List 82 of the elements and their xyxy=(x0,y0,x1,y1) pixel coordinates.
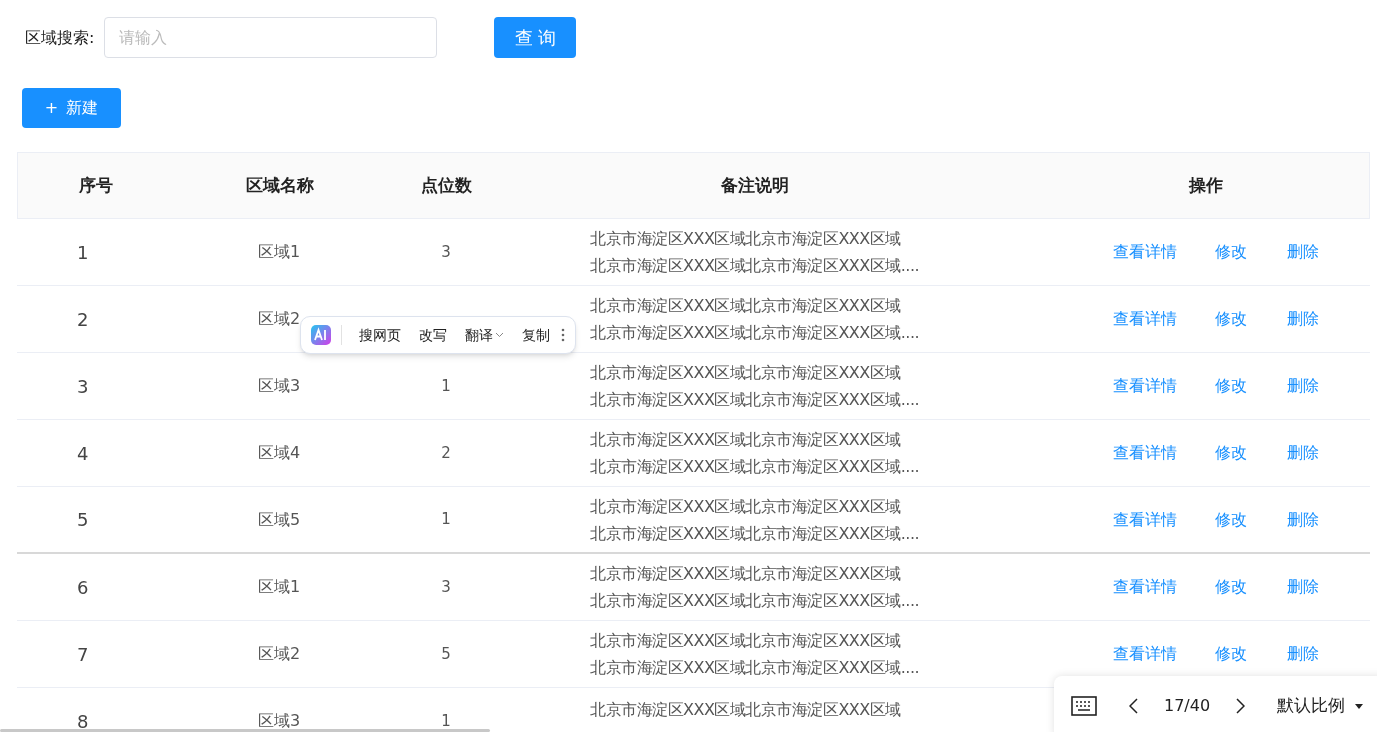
table-cell-text: 3 xyxy=(441,241,451,263)
table-cell-text: 2 xyxy=(441,442,451,464)
action-link[interactable]: 删除 xyxy=(1287,507,1319,532)
page-indicator: 17/40 xyxy=(1164,695,1211,717)
remark-text: 北京市海淀区XXX区域北京市海淀区XXX区域.... xyxy=(590,590,921,612)
table-cell-text: 区域3 xyxy=(257,710,301,732)
column-header: 点位数 xyxy=(420,173,472,197)
action-link[interactable]: 修改 xyxy=(1215,307,1247,331)
previous-icon[interactable] xyxy=(1129,698,1138,714)
caret-down-icon xyxy=(1355,703,1364,709)
table-cell-text: 1 xyxy=(441,375,451,397)
table-cell: 7 xyxy=(77,643,89,665)
action-link[interactable]: 修改 xyxy=(1215,575,1247,599)
table-cell-text: 区域2 xyxy=(257,643,301,665)
remark-text: 北京市海淀区XXX区域北京市海淀区XXX区域.... xyxy=(590,322,921,344)
remark-text: 北京市海淀区XXX区域北京市海淀区XXX区域 xyxy=(590,563,902,585)
table-cell: 5 xyxy=(77,509,89,530)
scrollbar[interactable] xyxy=(0,729,490,732)
table-cell-text: 区域2 xyxy=(257,308,301,330)
keyboard-icon[interactable] xyxy=(1071,696,1097,716)
remark-text: 北京市海淀区XXX区域北京市海淀区XXX区域 xyxy=(590,295,902,317)
table-cell-text: 区域1 xyxy=(257,576,301,598)
table-cell-text: 1 xyxy=(441,710,451,732)
table-cell: 4 xyxy=(77,442,89,464)
action-link[interactable]: 查看详情 xyxy=(1113,642,1177,666)
action-link[interactable]: 查看详情 xyxy=(1113,575,1177,599)
table-cell: 2 xyxy=(77,308,89,330)
table-cell-text: 区域3 xyxy=(257,375,301,397)
action-link[interactable]: 删除 xyxy=(1287,240,1319,264)
action-link[interactable]: 删除 xyxy=(1287,307,1319,331)
action-link[interactable]: 修改 xyxy=(1215,507,1247,532)
chevron-down-icon xyxy=(495,332,504,338)
remark-text: 北京市海淀区XXX区域北京市海淀区XXX区域.... xyxy=(590,255,921,277)
remark-text: 北京市海淀区XXX区域北京市海淀区XXX区域 xyxy=(590,630,902,652)
table-cell-text: 区域4 xyxy=(257,442,301,464)
remark-text: 北京市海淀区XXX区域北京市海淀区XXX区域.... xyxy=(590,657,921,679)
action-link[interactable]: 删除 xyxy=(1287,374,1319,398)
table-cell-text: 1 xyxy=(441,509,451,531)
action-link[interactable]: 修改 xyxy=(1215,642,1247,666)
zoom-dropdown[interactable]: 默认比例 xyxy=(1277,693,1364,719)
search-field[interactable]: 请输入 xyxy=(104,17,438,58)
remark-text: 北京市海淀区XXX区域北京市海淀区XXX区域 xyxy=(590,362,902,384)
table-cell: 1 xyxy=(77,241,89,263)
table-cell: 8 xyxy=(77,710,89,732)
popup-item[interactable]: 复制 xyxy=(515,324,557,346)
table-cell: 3 xyxy=(77,375,89,397)
column-header: 操作 xyxy=(1188,173,1223,197)
remark-text: 北京市海淀区XXX区域北京市海淀区XXX区域 xyxy=(590,228,902,250)
action-link[interactable]: 修改 xyxy=(1215,374,1247,398)
remark-text: 北京市海淀区XXX区域北京市海淀区XXX区域.... xyxy=(590,456,921,478)
table-cell-text: 区域5 xyxy=(257,508,301,531)
popup-item[interactable]: 搜网页 xyxy=(352,324,408,346)
next-icon[interactable] xyxy=(1236,698,1246,714)
remark-text: 北京市海淀区XXX区域北京市海淀区XXX区域.... xyxy=(590,389,921,411)
table-cell-text: 3 xyxy=(441,576,451,598)
action-link[interactable]: 查看详情 xyxy=(1113,307,1177,331)
remark-text: 北京市海淀区XXX区域北京市海淀区XXX区域 xyxy=(590,699,902,721)
table-cell-text: 5 xyxy=(441,643,451,665)
new-button[interactable]: + 新建 xyxy=(22,88,121,128)
query-button[interactable]: 查 询 xyxy=(494,17,577,58)
table-cell-text: 区域1 xyxy=(257,241,301,263)
column-header: 序号 xyxy=(78,173,113,197)
more-icon[interactable] xyxy=(561,328,565,342)
popup-item[interactable]: 翻译 xyxy=(458,324,511,346)
column-header: 区域名称 xyxy=(245,173,314,197)
table-cell: 6 xyxy=(77,576,89,598)
remark-text: 北京市海淀区XXX区域北京市海淀区XXX区域.... xyxy=(590,522,921,545)
action-link[interactable]: 删除 xyxy=(1287,575,1319,599)
action-link[interactable]: 查看详情 xyxy=(1113,240,1177,264)
action-link[interactable]: 查看详情 xyxy=(1113,507,1177,532)
action-link[interactable]: 修改 xyxy=(1215,240,1247,264)
action-link[interactable]: 删除 xyxy=(1287,441,1319,465)
popup-item[interactable]: 改写 xyxy=(412,324,454,346)
ai-logo-icon[interactable] xyxy=(311,325,331,345)
column-header: 备注说明 xyxy=(720,173,789,197)
remark-text: 北京市海淀区XXX区域北京市海淀区XXX区域 xyxy=(590,429,902,451)
remark-text: 北京市海淀区XXX区域北京市海淀区XXX区域 xyxy=(590,495,902,518)
action-link[interactable]: 查看详情 xyxy=(1113,441,1177,465)
action-link[interactable]: 修改 xyxy=(1215,441,1247,465)
action-link[interactable]: 查看详情 xyxy=(1113,374,1177,398)
action-link[interactable]: 删除 xyxy=(1287,642,1319,666)
search-label: 区域搜索: xyxy=(25,26,95,49)
